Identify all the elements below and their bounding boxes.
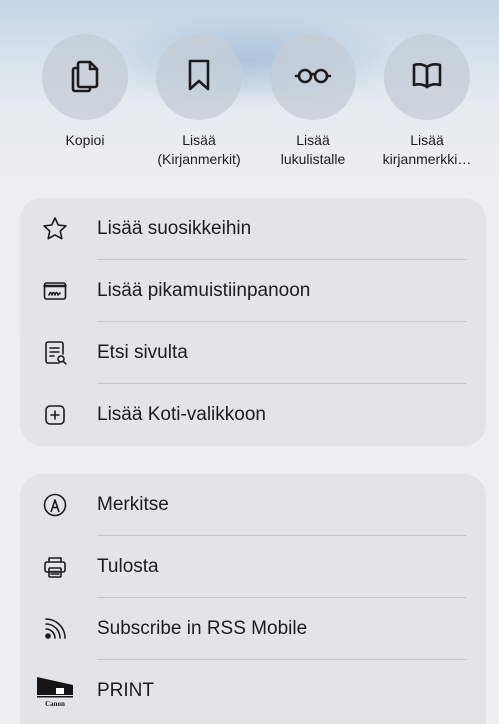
action-label: Lisää kirjanmerkki… [382, 132, 472, 167]
menu-item-label: Lisää suosikkeihin [97, 218, 252, 239]
action-reading-list[interactable]: Lisää lukulistalle [257, 34, 369, 169]
menu-item-label: Tulosta [97, 556, 159, 577]
menu-item-print[interactable]: Tulosta [20, 536, 486, 598]
menu-item-label: PRINT [97, 680, 154, 701]
markup-icon [40, 490, 70, 520]
reading-list-button[interactable] [270, 34, 356, 120]
menu-item-canon-print[interactable]: Canon PRINT [20, 660, 486, 722]
copy-icon [65, 55, 105, 100]
rss-icon [40, 614, 70, 644]
menu-item-markup[interactable]: Merkitse [20, 474, 486, 536]
actions-group-2: Merkitse Tulosta Subscribe in RSS Mobile [20, 474, 486, 724]
menu-item-add-to-home[interactable]: Lisää Koti-valikkoon [20, 384, 486, 446]
action-copy[interactable]: Kopioi [29, 34, 141, 150]
add-to-home-icon [40, 400, 70, 430]
menu-item-add-quick-note[interactable]: Lisää pikamuistiinpanoon [20, 260, 486, 322]
bookmark-more-button[interactable] [384, 34, 470, 120]
action-label: Lisää lukulistalle [280, 132, 346, 167]
quick-note-icon [40, 276, 70, 306]
svg-text:Canon: Canon [45, 700, 65, 708]
add-bookmark-button[interactable] [156, 34, 242, 120]
menu-item-add-favorites[interactable]: Lisää suosikkeihin [20, 198, 486, 260]
star-icon [40, 214, 70, 244]
action-bookmark-more[interactable]: Lisää kirjanmerkki… [371, 34, 483, 169]
printer-icon [40, 552, 70, 582]
menu-item-label: Etsi sivulta [97, 342, 188, 363]
menu-item-label: Merkitse [97, 494, 169, 515]
find-on-page-icon [40, 338, 70, 368]
action-label: Lisää (Kirjanmerkit) [157, 132, 241, 167]
menu-item-rss-subscribe[interactable]: Subscribe in RSS Mobile [20, 598, 486, 660]
action-label: Kopioi [65, 132, 105, 148]
glasses-icon [293, 55, 333, 100]
menu-item-label: Lisää pikamuistiinpanoon [97, 280, 311, 301]
menu-item-label: Subscribe in RSS Mobile [97, 618, 308, 639]
book-icon [407, 55, 447, 100]
canon-print-icon: Canon [34, 671, 76, 711]
copy-button[interactable] [42, 34, 128, 120]
menu-item-label: Lisää Koti-valikkoon [97, 404, 266, 425]
actions-group-1: Lisää suosikkeihin Lisää pikamuistiinpan… [20, 198, 486, 446]
menu-item-find-on-page[interactable]: Etsi sivulta [20, 322, 486, 384]
bookmark-icon [179, 55, 219, 100]
action-add-bookmark[interactable]: Lisää (Kirjanmerkit) [143, 34, 255, 169]
